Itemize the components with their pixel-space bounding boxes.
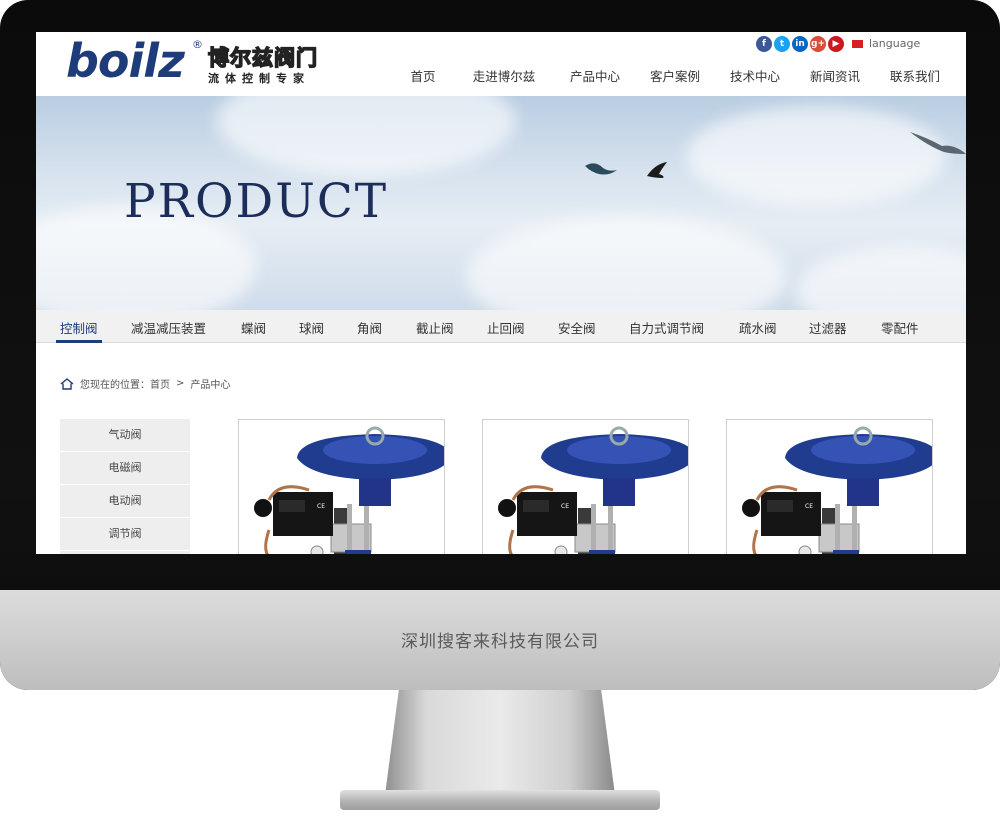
product-banner: PRODUCT [36, 96, 966, 310]
nav-item-4[interactable]: 技术中心 [715, 66, 795, 85]
sidebar-item-3[interactable]: 调节阀 [60, 518, 190, 550]
category-bar: 控制阀 减温减压装置 蝶阀 球阀 角阀 截止阀 止回阀 安全阀 自力式调节阀 疏水阀 过滤器 零配件 [36, 310, 966, 343]
nav-item-1[interactable]: 走进博尔兹 [453, 66, 555, 85]
category-item-1[interactable]: 减温减压装置 [131, 318, 206, 337]
language-label: language [869, 37, 921, 50]
category-item-11[interactable]: 零配件 [881, 318, 919, 337]
breadcrumb-separator: > [176, 378, 185, 389]
category-item-9[interactable]: 疏水阀 [739, 318, 777, 337]
breadcrumb-prefix: 您现在的位置：首页 [80, 380, 170, 391]
nav-item-0[interactable]: 首页 [393, 66, 453, 85]
category-item-6[interactable]: 止回阀 [487, 318, 525, 337]
bird-right-image [910, 132, 966, 154]
twitter-icon[interactable]: t [774, 36, 790, 52]
main-nav: 首页 走进博尔兹 产品中心 客户案例 技术中心 新闻资讯 联系我们 [393, 66, 955, 85]
birds-image [585, 162, 667, 178]
breadcrumb: 您现在的位置：首页 > 产品中心 [60, 376, 230, 391]
nav-item-2[interactable]: 产品中心 [555, 66, 635, 85]
sidebar-item-0[interactable]: 气动阀 [60, 419, 190, 451]
product-image[interactable]: CE [239, 420, 444, 554]
flag-icon [852, 39, 863, 48]
youtube-icon[interactable]: ▶ [828, 36, 844, 52]
logo[interactable]: boilz [66, 34, 185, 88]
product-card[interactable]: CE [482, 419, 689, 554]
nav-item-3[interactable]: 客户案例 [635, 66, 715, 85]
site-header: boilz ® 博尔兹阀门 流体控制专家 f t in g+ ▶ language 首页… [36, 32, 966, 96]
product-card[interactable]: CE [726, 419, 933, 554]
banner-title: PRODUCT [124, 174, 389, 229]
svg-text:CE: CE [805, 503, 813, 510]
category-item-3[interactable]: 球阀 [299, 318, 324, 337]
product-image[interactable]: CE [483, 420, 688, 554]
svg-text:CE: CE [561, 503, 569, 510]
category-item-5[interactable]: 截止阀 [416, 318, 454, 337]
home-icon[interactable] [60, 377, 74, 390]
nav-item-6[interactable]: 联系我们 [875, 66, 955, 85]
google-plus-icon[interactable]: g+ [810, 36, 826, 52]
logo-chinese-name: 博尔兹阀门 [207, 45, 318, 70]
category-item-8[interactable]: 自力式调节阀 [629, 318, 704, 337]
category-item-2[interactable]: 蝶阀 [241, 318, 266, 337]
nav-item-5[interactable]: 新闻资讯 [795, 66, 875, 85]
language-selector[interactable]: language [852, 37, 920, 50]
logo-registered-mark: ® [192, 38, 203, 51]
sidebar-item-partial[interactable] [60, 551, 190, 554]
sidebar-item-2[interactable]: 电动阀 [60, 485, 190, 517]
monitor-base [340, 790, 660, 810]
category-item-4[interactable]: 角阀 [357, 318, 382, 337]
svg-text:CE: CE [317, 503, 325, 510]
breadcrumb-home-link[interactable]: 首页 [150, 380, 170, 391]
website-screen: boilz ® 博尔兹阀门 流体控制专家 f t in g+ ▶ language 首页… [36, 32, 966, 554]
category-item-10[interactable]: 过滤器 [809, 318, 847, 337]
sidebar-item-1[interactable]: 电磁阀 [60, 452, 190, 484]
logo-tagline: 流体控制专家 [208, 72, 310, 85]
social-links: f t in g+ ▶ [756, 36, 844, 52]
category-item-7[interactable]: 安全阀 [558, 318, 596, 337]
breadcrumb-current[interactable]: 产品中心 [190, 376, 230, 391]
category-item-0[interactable]: 控制阀 [60, 318, 98, 337]
monitor-caption: 深圳搜客来科技有限公司 [401, 632, 599, 652]
facebook-icon[interactable]: f [756, 36, 772, 52]
active-category-indicator [56, 340, 102, 343]
monitor-stand [385, 690, 615, 795]
product-image[interactable]: CE [727, 420, 932, 554]
product-card[interactable]: CE [238, 419, 445, 554]
linkedin-icon[interactable]: in [792, 36, 808, 52]
